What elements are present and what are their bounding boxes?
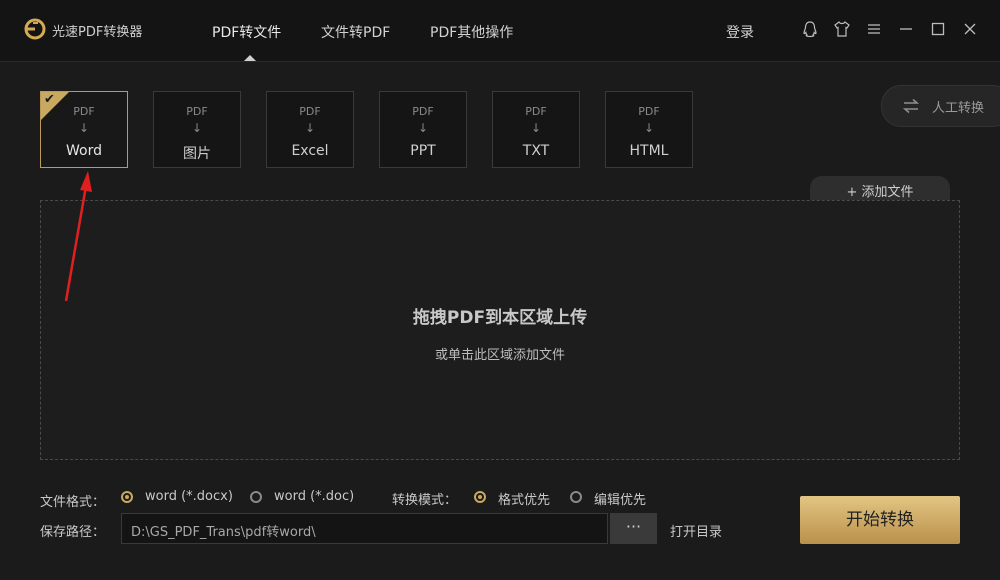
open-directory-link[interactable]: 打开目录 (670, 521, 722, 540)
tshirt-icon[interactable] (833, 20, 851, 38)
format-label: PPT (410, 143, 436, 159)
drop-zone-title: 拖拽PDF到本区域上传 (412, 308, 588, 328)
save-path-label: 保存路径： (40, 525, 106, 540)
login-button[interactable]: 登录 (726, 22, 754, 42)
format-tile-html[interactable]: PDF ↓ HTML (605, 91, 693, 168)
format-source: PDF (299, 105, 321, 118)
add-file-label: + 添加文件 (810, 181, 950, 200)
close-icon[interactable] (961, 20, 979, 38)
add-file-text: 添加文件 (861, 185, 914, 200)
browse-button[interactable]: ··· (610, 513, 657, 544)
down-arrow-icon: ↓ (304, 121, 316, 135)
file-format-label: 文件格式： (40, 495, 106, 510)
format-tile-excel[interactable]: PDF ↓ Excel (266, 91, 354, 168)
option-edit-first-label[interactable]: 编辑优先 (594, 489, 646, 508)
save-path-input[interactable]: D:\GS_PDF_Trans\pdf转word\ (121, 513, 608, 544)
active-tab-indicator (244, 55, 256, 61)
format-source: PDF (412, 105, 434, 118)
format-source: PDF (638, 105, 660, 118)
option-docx-label[interactable]: word (*.docx) (145, 489, 233, 504)
format-source: PDF (525, 105, 547, 118)
format-source: PDF (186, 105, 208, 118)
format-label: HTML (629, 143, 669, 159)
plus-icon: + (846, 185, 858, 200)
format-source: PDF (73, 105, 95, 118)
manual-convert-label: 人工转换 (932, 101, 985, 116)
manual-convert-button[interactable]: 人工转换 (881, 85, 1000, 127)
format-tile-image[interactable]: PDF ↓ 图片 (153, 91, 241, 168)
title-bar: 光速PDF转换器 PDF转文件 文件转PDF PDF其他操作 登录 (0, 0, 1000, 62)
radio-docx[interactable] (121, 491, 133, 503)
tab-file-to-pdf[interactable]: 文件转PDF (321, 22, 390, 42)
down-arrow-icon: ↓ (530, 121, 542, 135)
format-tile-ppt[interactable]: PDF ↓ PPT (379, 91, 467, 168)
add-file-button[interactable]: + 添加文件 (810, 176, 950, 201)
drop-zone-subtitle: 或单击此区域添加文件 (434, 348, 565, 363)
down-arrow-icon: ↓ (417, 121, 429, 135)
format-label: Word (66, 143, 102, 159)
tab-pdf-to-file[interactable]: PDF转文件 (212, 22, 281, 42)
radio-doc[interactable] (250, 491, 262, 503)
app-title: 光速PDF转换器 (52, 25, 143, 40)
down-arrow-icon: ↓ (191, 121, 203, 135)
menu-icon[interactable] (865, 20, 883, 38)
format-tile-txt[interactable]: PDF ↓ TXT (492, 91, 580, 168)
qq-icon[interactable] (801, 20, 819, 38)
option-doc-label[interactable]: word (*.doc) (274, 489, 354, 504)
drop-zone[interactable]: 拖拽PDF到本区域上传 或单击此区域添加文件 (40, 200, 960, 460)
minimize-icon[interactable] (897, 20, 915, 38)
format-label: 图片 (183, 146, 211, 162)
down-arrow-icon: ↓ (643, 121, 655, 135)
down-arrow-icon: ↓ (78, 121, 90, 135)
swap-arrows-icon (902, 98, 920, 114)
radio-edit-first[interactable] (570, 491, 582, 503)
convert-mode-label: 转换模式： (392, 493, 458, 508)
format-label: TXT (522, 143, 550, 159)
radio-format-first[interactable] (474, 491, 486, 503)
maximize-icon[interactable] (929, 20, 947, 38)
app-logo-icon (24, 18, 46, 40)
tab-pdf-other[interactable]: PDF其他操作 (430, 22, 513, 42)
format-tile-word[interactable]: ✔ PDF ↓ Word (40, 91, 128, 168)
start-convert-button[interactable]: 开始转换 (800, 496, 960, 544)
format-label: Excel (291, 143, 329, 159)
option-format-first-label[interactable]: 格式优先 (498, 489, 550, 508)
